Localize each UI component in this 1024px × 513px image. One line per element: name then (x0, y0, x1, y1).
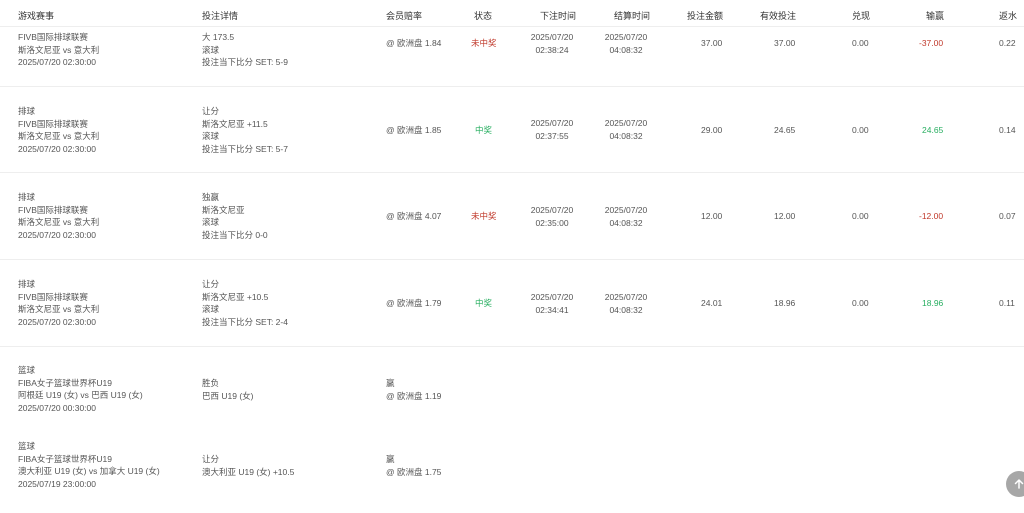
header-odds: 会员赔率 (386, 11, 423, 21)
event-cell: FIVB国际排球联赛 斯洛文尼亚 vs 意大利 2025/07/20 02:30… (18, 32, 100, 67)
odds-cell: 赢 @ 欧洲盘 1.19 (386, 378, 442, 401)
header-status: 状态 (474, 11, 493, 21)
winloss-cell: 18.96 (922, 298, 944, 308)
winloss-cell: -12.00 (919, 211, 944, 221)
table-row: 排球 FIVB国际排球联赛 斯洛文尼亚 vs 意大利 2025/07/20 02… (0, 86, 1024, 173)
event-cell: 排球 FIVB国际排球联赛 斯洛文尼亚 vs 意大利 2025/07/20 02… (18, 106, 100, 154)
cashout-cell: 0.00 (852, 298, 869, 308)
status-badge: 中奖 (475, 298, 493, 308)
detail-cell: 让分 澳大利亚 U19 (女) +10.5 (202, 454, 295, 477)
settle-time-cell: 2025/07/20 04:08:32 (604, 205, 648, 228)
amount-cell: 29.00 (701, 125, 723, 135)
detail-cell: 让分 斯洛文尼亚 +10.5 滚球 投注当下比分 SET: 2-4 (202, 279, 288, 327)
bet-time-cell: 2025/07/20 02:35:00 (530, 205, 574, 228)
table-header: 游戏赛事 投注详情 会员赔率 状态 下注时间 结算时间 投注金额 有效投注 兑现… (0, 0, 1024, 27)
odds-cell: @ 欧洲盘 1.84 (386, 38, 442, 48)
odds-cell: @ 欧洲盘 1.85 (386, 125, 442, 135)
status-badge: 未中奖 (471, 38, 497, 48)
bet-time-cell: 2025/07/20 02:37:55 (530, 118, 574, 141)
detail-cell: 独赢 斯洛文尼亚 滚球 投注当下比分 0-0 (202, 192, 268, 240)
rebate-cell: 0.11 (999, 298, 1015, 308)
cashout-cell: 0.00 (852, 211, 869, 221)
detail-cell: 大 173.5 滚球 投注当下比分 SET: 5-9 (202, 32, 288, 67)
event-cell: 篮球 FIBA女子篮球世界杯U19 阿根廷 U19 (女) vs 巴西 U19 … (18, 365, 143, 413)
rebate-cell: 0.22 (999, 38, 1016, 48)
header-winloss: 输赢 (926, 11, 945, 21)
table-row: 排球 FIVB国际排球联赛 斯洛文尼亚 vs 意大利 2025/07/20 02… (0, 260, 1024, 347)
odds-cell: @ 欧洲盘 4.07 (386, 211, 442, 221)
odds-cell: 赢 @ 欧洲盘 1.75 (386, 454, 442, 477)
amount-cell: 24.01 (701, 298, 723, 308)
valid-cell: 12.00 (774, 211, 796, 221)
header-detail: 投注详情 (202, 11, 239, 21)
bet-time-cell: 2025/07/20 02:38:24 (530, 32, 574, 55)
settle-time-cell: 2025/07/20 04:08:32 (604, 118, 648, 141)
valid-cell: 18.96 (774, 298, 796, 308)
amount-cell: 37.00 (701, 38, 723, 48)
cashout-cell: 0.00 (852, 38, 869, 48)
settle-time-cell: 2025/07/20 04:08:32 (604, 292, 648, 315)
header-amount: 投注金额 (687, 11, 724, 21)
table-row: 排球 FIVB国际排球联赛 斯洛文尼亚 vs 意大利 2025/07/20 02… (0, 173, 1024, 260)
rebate-cell: 0.14 (999, 125, 1016, 135)
header-event: 游戏赛事 (18, 11, 55, 21)
winloss-cell: 24.65 (922, 125, 944, 135)
header-cashout: 兑现 (852, 11, 871, 21)
header-bet-time: 下注时间 (540, 11, 577, 21)
valid-cell: 24.65 (774, 125, 796, 135)
status-badge: 未中奖 (471, 211, 497, 221)
settle-time-cell: 2025/07/20 04:08:32 (604, 32, 648, 55)
arrow-up-icon (1014, 479, 1024, 489)
detail-cell: 胜负 巴西 U19 (女) (202, 378, 254, 401)
parlay-row: 篮球 FIBA女子篮球世界杯U19 阿根廷 U19 (女) vs 巴西 U19 … (0, 347, 1024, 513)
event-cell: 篮球 FIBA女子篮球世界杯U19 澳大利亚 U19 (女) vs 加拿大 U1… (18, 441, 160, 489)
winloss-cell: -37.00 (919, 38, 944, 48)
bet-time-cell: 2025/07/20 02:34:41 (530, 292, 574, 315)
amount-cell: 12.00 (701, 211, 723, 221)
header-settle-time: 结算时间 (614, 11, 651, 21)
cashout-cell: 0.00 (852, 125, 869, 135)
detail-cell: 让分 斯洛文尼亚 +11.5 滚球 投注当下比分 SET: 5-7 (202, 106, 288, 154)
odds-cell: @ 欧洲盘 1.79 (386, 298, 442, 308)
event-cell: 排球 FIVB国际排球联赛 斯洛文尼亚 vs 意大利 2025/07/20 02… (18, 279, 100, 327)
header-rebate: 返水 (999, 11, 1018, 21)
header-valid: 有效投注 (760, 11, 797, 21)
rebate-cell: 0.07 (999, 211, 1016, 221)
valid-cell: 37.00 (774, 38, 796, 48)
status-badge: 中奖 (475, 125, 493, 135)
event-cell: 排球 FIVB国际排球联赛 斯洛文尼亚 vs 意大利 2025/07/20 02… (18, 192, 100, 240)
